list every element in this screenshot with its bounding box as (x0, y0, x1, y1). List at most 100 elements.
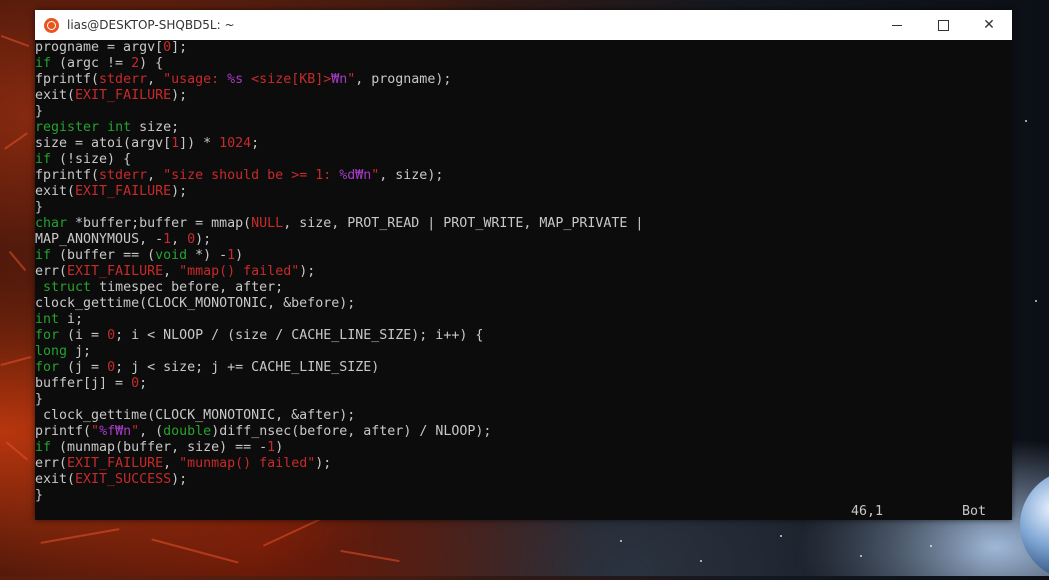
code-line: char *buffer;buffer = mmap(NULL, size, P… (35, 216, 1012, 232)
code-token: ); (195, 232, 212, 247)
code-token: int (107, 120, 132, 135)
code-token: if (35, 440, 52, 455)
code-token: ); (315, 456, 332, 471)
ubuntu-icon (44, 17, 59, 33)
terminal-content[interactable]: progname = argv[0]; if (argc != 2) {fprin… (35, 40, 1012, 520)
code-token: ) { (139, 56, 164, 71)
code-line: } (35, 104, 1012, 120)
code-token: ]; (171, 40, 188, 55)
code-token: EXIT_FAILURE (75, 88, 172, 103)
code-token: timespec before, after; (91, 280, 284, 295)
minimize-icon (892, 24, 902, 26)
code-token: } (35, 104, 44, 119)
code-token: <size[KB]> (243, 72, 332, 87)
code-token: (i = (59, 328, 108, 343)
code-token: , size, PROT_READ | PROT_WRITE, MAP_PRIV… (283, 216, 644, 231)
code-token: register (35, 120, 100, 135)
code-token: , size); (379, 168, 444, 183)
code-token: j; (67, 344, 92, 359)
code-line: int i; (35, 312, 1012, 328)
code-token: ]) * (179, 136, 220, 151)
code-line: clock_gettime(CLOCK_MONOTONIC, &before); (35, 296, 1012, 312)
code-token: exit( (35, 88, 76, 103)
code-line: fprintf(stderr, "size should be >= 1: %d… (35, 168, 1012, 184)
code-token: %s (227, 72, 244, 87)
code-token: ); (299, 264, 316, 279)
code-token: exit( (35, 184, 76, 199)
code-token: 0 (163, 40, 172, 55)
window-controls: ✕ (874, 10, 1012, 40)
code-token: ; (251, 136, 260, 151)
code-token: 0 (187, 232, 196, 247)
code-line: buffer[j] = 0; (35, 376, 1012, 392)
maximize-icon (937, 19, 949, 31)
code-token: 1024 (219, 136, 252, 151)
code-token: , (163, 264, 180, 279)
terminal-window[interactable]: lias@DESKTOP-SHQBD5L: ~ ✕ progname = arg… (35, 10, 1012, 520)
code-token: ₩n (331, 72, 348, 87)
code-token: clock_gettime(CLOCK_MONOTONIC, &before); (35, 296, 356, 311)
code-token: 1 (267, 440, 276, 455)
code-token: 1 (171, 136, 180, 151)
code-token: , progname); (355, 72, 452, 87)
minimize-button[interactable] (874, 10, 920, 40)
code-line: } (35, 392, 1012, 408)
code-token: fprintf( (35, 72, 100, 87)
code-token: EXIT_FAILURE (75, 184, 172, 199)
code-token: stderr (99, 72, 148, 87)
code-token: EXIT_SUCCESS (75, 472, 172, 487)
code-line: register int size; (35, 120, 1012, 136)
code-line: for (j = 0; j < size; j += CACHE_LINE_SI… (35, 360, 1012, 376)
code-token: ); (171, 472, 188, 487)
code-token: 0 (131, 376, 140, 391)
close-button[interactable]: ✕ (966, 10, 1012, 40)
code-token: struct (43, 280, 92, 295)
vim-status-line: 46,1 Bot (35, 504, 1012, 520)
code-token: } (35, 488, 44, 503)
code-token: long (35, 344, 68, 359)
code-line: size = atoi(argv[1]) * 1024; (35, 136, 1012, 152)
code-token: if (35, 152, 52, 167)
code-line: } (35, 488, 1012, 504)
code-line: } (35, 200, 1012, 216)
code-token: %d₩n (339, 168, 372, 183)
code-line: long j; (35, 344, 1012, 360)
code-token: for (35, 360, 60, 375)
code-token: fprintf( (35, 168, 100, 183)
code-line: for (i = 0; i < NLOOP / (size / CACHE_LI… (35, 328, 1012, 344)
title-bar[interactable]: lias@DESKTOP-SHQBD5L: ~ ✕ (35, 10, 1012, 40)
code-token: clock_gettime(CLOCK_MONOTONIC, &after); (35, 408, 356, 423)
code-token: " (91, 424, 100, 439)
maximize-button[interactable] (920, 10, 966, 40)
code-token: err( (35, 264, 68, 279)
code-token: printf( (35, 424, 92, 439)
code-line: clock_gettime(CLOCK_MONOTONIC, &after); (35, 408, 1012, 424)
code-token: } (35, 392, 44, 407)
code-token: for (35, 328, 60, 343)
code-token: 0 (107, 328, 116, 343)
code-line: exit(EXIT_FAILURE); (35, 184, 1012, 200)
code-token: , (147, 168, 164, 183)
code-token: (j = (59, 360, 108, 375)
code-token: ; i < NLOOP / (size / CACHE_LINE_SIZE); … (115, 328, 484, 343)
code-token: buffer[j] = (35, 376, 132, 391)
code-token: i; (59, 312, 84, 327)
code-token: if (35, 248, 52, 263)
code-line: exit(EXIT_SUCCESS); (35, 472, 1012, 488)
code-token: int (35, 312, 60, 327)
close-icon: ✕ (983, 17, 995, 33)
code-token: NULL (251, 216, 284, 231)
code-token: 0 (107, 360, 116, 375)
code-token: "munmap() failed" (179, 456, 316, 471)
code-token: "size should be >= 1: (163, 168, 340, 183)
code-token: } (35, 200, 44, 215)
code-token: EXIT_FAILURE (67, 264, 164, 279)
code-token: double (163, 424, 212, 439)
code-token: ); (171, 184, 188, 199)
code-token: 2 (131, 56, 140, 71)
code-line: if (!size) { (35, 152, 1012, 168)
code-token: ; (139, 376, 148, 391)
code-token: (argc != (51, 56, 132, 71)
